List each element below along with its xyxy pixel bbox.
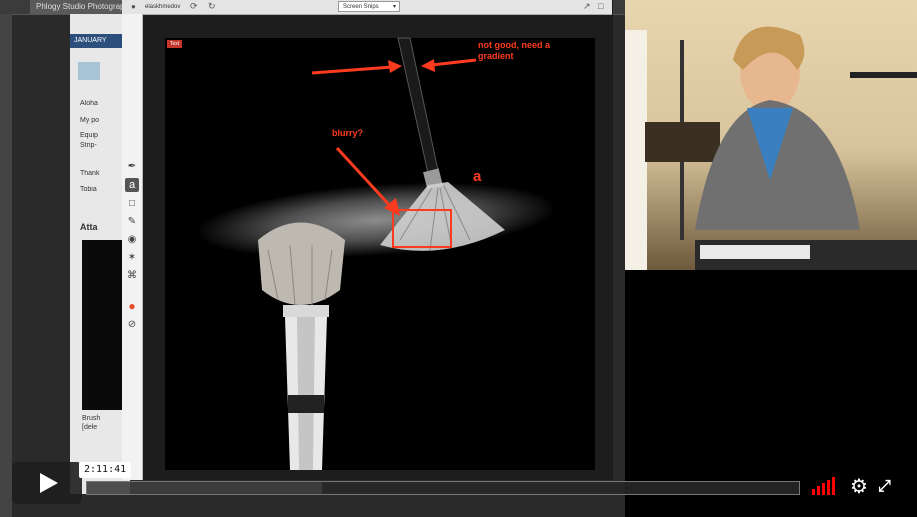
annotation-note-a[interactable]: a bbox=[473, 168, 481, 185]
fullscreen-icon[interactable]: ⤢ bbox=[878, 473, 891, 501]
fan-brush bbox=[380, 37, 505, 251]
play-button[interactable] bbox=[12, 462, 82, 504]
powder-brush bbox=[258, 222, 345, 470]
time-display: 2:11:41 bbox=[79, 462, 132, 478]
player-controls-right: ⚙ ⤢ bbox=[806, 473, 906, 501]
annotation-note-top[interactable]: not good, need a gradient bbox=[478, 40, 578, 62]
annotation-note-blurry[interactable]: blurry? bbox=[332, 128, 363, 138]
volume-icon bbox=[812, 477, 835, 495]
progress-played bbox=[87, 482, 322, 494]
webcam-overlay bbox=[625, 0, 917, 270]
webcam-scene bbox=[625, 26, 917, 270]
play-icon bbox=[40, 473, 58, 493]
annotation-arrows bbox=[311, 58, 477, 248]
settings-gear-icon[interactable]: ⚙ bbox=[850, 473, 868, 501]
webcam-lower-area bbox=[625, 270, 917, 470]
